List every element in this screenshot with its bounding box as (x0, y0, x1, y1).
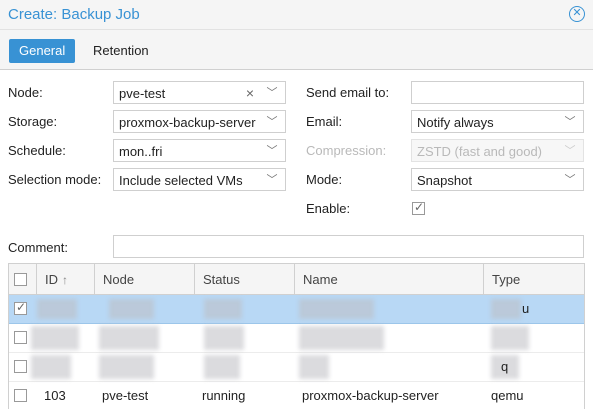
column-header-node[interactable]: Node (94, 264, 194, 295)
row-type: u (522, 301, 530, 316)
schedule-combobox[interactable]: mon..fri ﹀ (113, 139, 286, 162)
schedule-label: Schedule: (8, 143, 66, 158)
node-label: Node: (8, 85, 43, 100)
chevron-down-icon[interactable]: ﹀ (265, 171, 279, 189)
redacted-name (299, 326, 384, 350)
row-checkbox[interactable] (14, 360, 27, 373)
chevron-down-icon[interactable]: ﹀ (265, 113, 279, 131)
grid-header: ID ↑ Node Status Name Type (9, 264, 584, 295)
tab-bar: General Retention (0, 30, 593, 70)
chevron-down-icon[interactable]: ﹀ (265, 142, 279, 160)
redacted-id (31, 326, 79, 350)
column-header-name[interactable]: Name (294, 264, 483, 295)
row-type: q (501, 359, 509, 374)
close-icon[interactable]: ✕ (569, 6, 585, 22)
redacted-status (204, 299, 242, 319)
chevron-down-icon: ﹀ (564, 145, 576, 157)
compression-value: ZSTD (fast and good) (417, 144, 542, 159)
storage-value: proxmox-backup-server (119, 115, 256, 130)
enable-label: Enable: (306, 201, 351, 216)
send-email-input[interactable] (411, 81, 584, 104)
node-value: pve-test (119, 86, 166, 101)
check-icon: ✓ (16, 300, 27, 314)
row-type: qemu (491, 388, 524, 403)
comment-input[interactable] (113, 235, 584, 258)
send-email-label: Send email to: (306, 85, 390, 100)
redacted-node (99, 355, 154, 379)
select-all-checkbox[interactable] (14, 273, 27, 286)
column-header-id-label: ID (45, 272, 58, 287)
mode-label: Mode: (306, 172, 343, 187)
redacted-name (299, 299, 374, 319)
clear-icon[interactable]: × (243, 84, 257, 102)
select-all-header (9, 264, 36, 295)
selection-mode-combobox[interactable]: Include selected VMs ﹀ (113, 168, 286, 191)
vm-selection-grid: ID ↑ Node Status Name Type ✓ u q 103 pve… (8, 263, 585, 409)
selection-mode-label: Selection mode: (8, 172, 102, 187)
dialog-title: Create: Backup Job (8, 6, 140, 23)
selection-mode-value: Include selected VMs (119, 173, 243, 188)
chevron-down-icon[interactable]: ﹀ (563, 113, 577, 131)
row-checkbox[interactable]: ✓ (14, 300, 27, 315)
column-header-status[interactable]: Status (194, 264, 294, 295)
tab-general[interactable]: General (9, 39, 76, 63)
column-header-type[interactable]: Type (483, 264, 584, 295)
email-combobox[interactable]: Notify always ﹀ (411, 110, 584, 133)
row-name: proxmox-backup-server (302, 388, 439, 403)
redacted-id (37, 299, 77, 319)
mode-value: Snapshot (417, 173, 472, 188)
enable-checkbox[interactable]: ✓ (412, 200, 425, 215)
comment-label: Comment: (8, 240, 68, 255)
row-checkbox[interactable] (14, 389, 27, 402)
check-icon: ✓ (414, 200, 425, 214)
schedule-value: mon..fri (119, 144, 163, 159)
redacted-id (31, 355, 71, 379)
tab-retention[interactable]: Retention (83, 39, 159, 63)
redacted-status (204, 355, 240, 379)
chevron-down-icon[interactable]: ﹀ (265, 84, 279, 102)
row-checkbox[interactable] (14, 331, 27, 344)
table-row[interactable] (9, 324, 584, 353)
email-value: Notify always (417, 115, 494, 130)
redacted-type (491, 299, 521, 319)
table-row[interactable]: q (9, 353, 584, 382)
storage-label: Storage: (8, 114, 58, 129)
row-node: pve-test (102, 388, 149, 403)
table-row[interactable]: ✓ u (9, 295, 584, 324)
redacted-node (109, 299, 154, 319)
storage-combobox[interactable]: proxmox-backup-server ﹀ (113, 110, 286, 133)
row-id: 103 (44, 388, 66, 403)
row-status: running (202, 388, 246, 403)
compression-combobox: ZSTD (fast and good) ﹀ (411, 139, 584, 162)
node-combobox[interactable]: pve-test × ﹀ (113, 81, 286, 104)
redacted-node (99, 326, 159, 350)
dialog-titlebar: Create: Backup Job ✕ (0, 0, 593, 30)
email-label: Email: (306, 114, 343, 129)
redacted-type (491, 326, 529, 350)
mode-combobox[interactable]: Snapshot ﹀ (411, 168, 584, 191)
table-row[interactable]: 103 pve-test running proxmox-backup-serv… (9, 382, 584, 409)
sort-ascending-icon: ↑ (62, 273, 68, 287)
chevron-down-icon[interactable]: ﹀ (563, 171, 577, 189)
redacted-status (204, 326, 244, 350)
redacted-name (299, 355, 329, 379)
column-header-id[interactable]: ID ↑ (36, 264, 94, 295)
compression-label: Compression: (306, 143, 387, 158)
